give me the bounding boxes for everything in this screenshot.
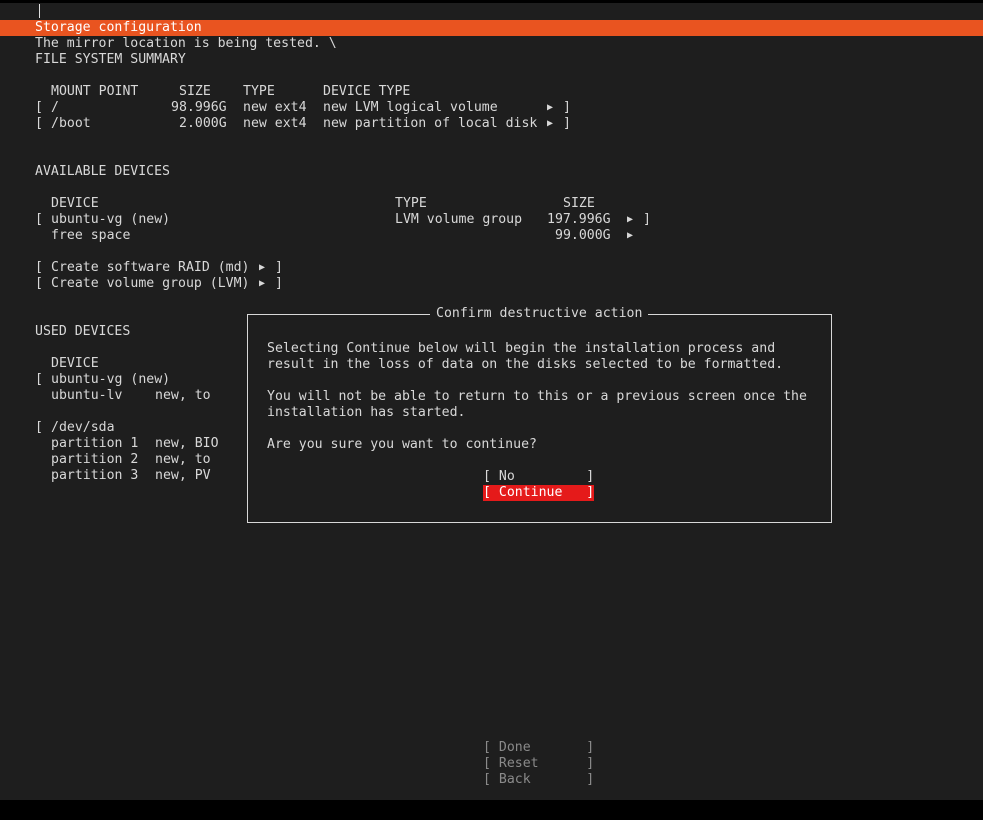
mount-point: / xyxy=(51,100,59,115)
row-close-bracket: ] xyxy=(563,100,571,115)
installer-screen: Storage configuration The mirror locatio… xyxy=(0,3,983,800)
button-close-bracket: ] xyxy=(275,276,283,291)
summary-header-row: MOUNT POINT SIZE TYPE DEVICE TYPE xyxy=(0,84,983,100)
column-device: DEVICE xyxy=(51,196,99,211)
expand-arrow-icon[interactable]: ▶ xyxy=(627,228,633,244)
row-open-bracket: [ xyxy=(35,212,43,227)
text-cursor xyxy=(39,4,40,18)
row-open-bracket: [ xyxy=(35,420,43,435)
type: new ext4 xyxy=(243,100,307,115)
partition-name: partition 3 xyxy=(51,468,139,483)
summary-row-root[interactable]: [ / 98.996G new ext4 new LVM logical vol… xyxy=(0,100,983,116)
column-device-type: DEVICE TYPE xyxy=(323,84,411,99)
device-type: new partition of local disk xyxy=(323,116,538,131)
filesystem-summary-heading: FILE SYSTEM SUMMARY xyxy=(35,52,186,67)
create-raid-button[interactable]: [ Create software RAID (md) ▶ ] xyxy=(0,260,983,276)
expand-arrow-icon: ▶ xyxy=(259,262,266,273)
device-size: 99.000G xyxy=(555,228,611,243)
used-devices-heading: USED DEVICES xyxy=(35,324,131,339)
row-open-bracket: [ xyxy=(35,372,43,387)
available-row-free-space[interactable]: free space 99.000G ▶ xyxy=(0,228,983,244)
column-type: TYPE xyxy=(243,84,275,99)
device-name: ubuntu-vg (new) xyxy=(51,212,171,227)
partition-info: new, PV xyxy=(155,468,211,483)
create-volume-group-label: Create volume group (LVM) xyxy=(51,276,250,291)
mount-point: /boot xyxy=(51,116,91,131)
device-type: new LVM logical volume xyxy=(323,100,498,115)
device-size: 197.996G xyxy=(547,212,611,227)
device-name: ubuntu-lv xyxy=(51,388,123,403)
device-info: new, to xyxy=(155,388,211,403)
available-row-ubuntu-vg[interactable]: [ ubuntu-vg (new) LVM volume group 197.9… xyxy=(0,212,983,228)
column-device: DEVICE xyxy=(51,356,99,371)
row-open-bracket: [ xyxy=(35,116,43,131)
dialog-text-line: installation has started. xyxy=(267,405,466,420)
confirm-dialog: Confirm destructive action Selecting Con… xyxy=(247,306,832,523)
back-button[interactable]: [ Back ] xyxy=(483,772,594,788)
dialog-title: Confirm destructive action xyxy=(430,306,649,322)
partition-name: partition 2 xyxy=(51,452,139,467)
dialog-text-line: You will not be able to return to this o… xyxy=(267,389,807,404)
partition-info: new, to xyxy=(155,452,211,467)
expand-arrow-icon: ▶ xyxy=(259,278,266,289)
dialog-question: Are you sure you want to continue? xyxy=(267,437,537,452)
reset-button[interactable]: [ Reset ] xyxy=(483,756,594,772)
create-volume-group-button[interactable]: [ Create volume group (LVM) ▶ ] xyxy=(0,276,983,292)
button-open-bracket: [ xyxy=(35,276,43,291)
mirror-status-text: The mirror location is being tested. \ xyxy=(35,36,337,51)
page-title: Storage configuration xyxy=(35,20,202,35)
available-header-row: DEVICE TYPE SIZE xyxy=(0,196,983,212)
partition-info: new, BIO xyxy=(155,436,219,451)
device-name: free space xyxy=(51,228,131,243)
available-devices-heading: AVAILABLE DEVICES xyxy=(35,164,170,179)
continue-button[interactable]: [ Continue ] xyxy=(483,485,595,501)
column-size: SIZE xyxy=(563,196,595,211)
device-type: LVM volume group xyxy=(395,212,523,227)
partition-name: partition 1 xyxy=(51,436,139,451)
type: new ext4 xyxy=(243,116,307,131)
expand-arrow-icon[interactable]: ▶ xyxy=(627,212,633,228)
summary-row-boot[interactable]: [ /boot 2.000G new ext4 new partition of… xyxy=(0,116,983,132)
dialog-text-line: Selecting Continue below will begin the … xyxy=(267,341,776,356)
expand-arrow-icon[interactable]: ▶ xyxy=(547,100,553,116)
row-close-bracket: ] xyxy=(563,116,571,131)
size: 98.996G xyxy=(171,100,227,115)
size: 2.000G xyxy=(179,116,227,131)
column-type: TYPE xyxy=(395,196,427,211)
device-name: ubuntu-vg (new) xyxy=(51,372,171,387)
row-close-bracket: ] xyxy=(643,212,651,227)
row-open-bracket: [ xyxy=(35,100,43,115)
dialog-text-line: result in the loss of data on the disks … xyxy=(267,357,784,372)
no-button[interactable]: [ No ] xyxy=(483,469,594,485)
title-bar: Storage configuration xyxy=(0,20,983,36)
button-close-bracket: ] xyxy=(275,260,283,275)
done-button[interactable]: [ Done ] xyxy=(483,740,594,756)
button-open-bracket: [ xyxy=(35,260,43,275)
create-raid-label: Create software RAID (md) xyxy=(51,260,250,275)
device-name: /dev/sda xyxy=(51,420,115,435)
column-size: SIZE xyxy=(179,84,211,99)
column-mount-point: MOUNT POINT xyxy=(51,84,139,99)
expand-arrow-icon[interactable]: ▶ xyxy=(547,116,553,132)
